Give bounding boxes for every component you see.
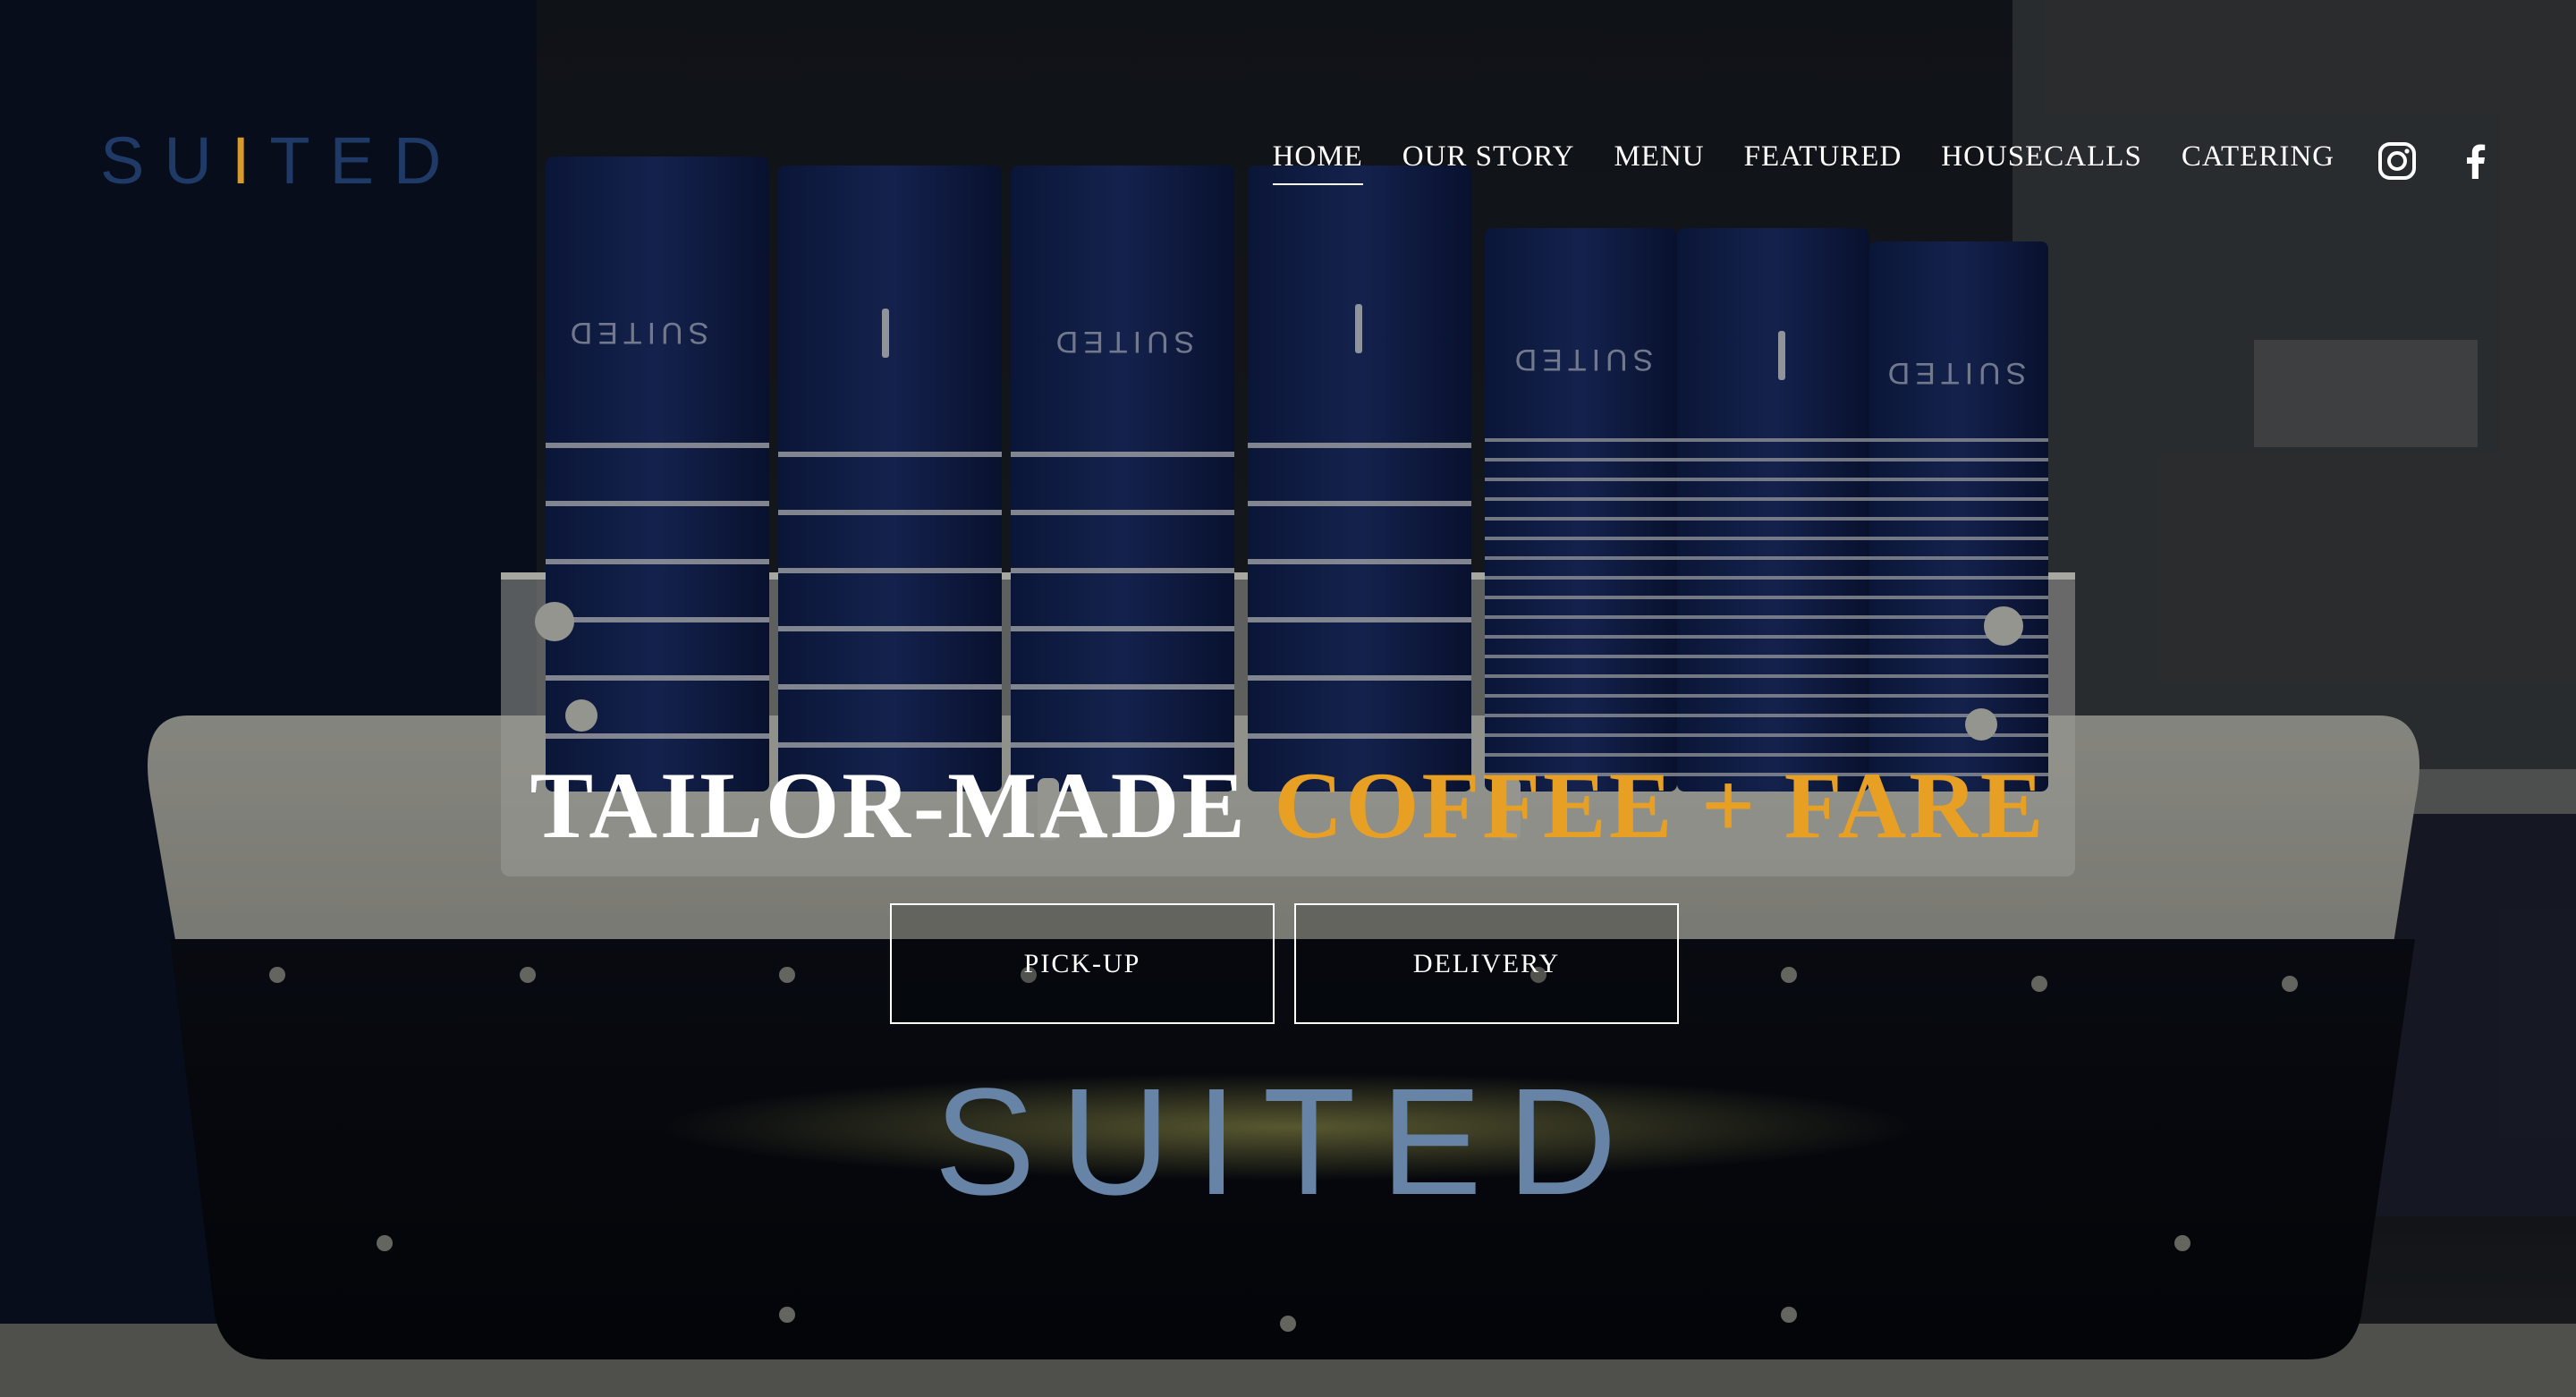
site-logo[interactable]: SU I TED — [100, 125, 461, 197]
instagram-icon[interactable] — [2377, 141, 2417, 181]
logo-tie-mark: I — [231, 123, 270, 198]
headline-gold-text: COFFEE + FARE — [1274, 753, 2046, 859]
pick-up-button[interactable]: PICK-UP — [890, 903, 1275, 1024]
logo-text-left: SU — [100, 123, 232, 198]
cta-buttons: PICK-UP DELIVERY — [890, 903, 1679, 1024]
hero-headline: TAILOR-MADE COFFEE + FARE — [0, 752, 2576, 859]
nav-item-home[interactable]: HOME — [1272, 139, 1363, 185]
nav-item-menu[interactable]: MENU — [1614, 139, 1704, 185]
nav-item-our-story[interactable]: OUR STORY — [1402, 139, 1575, 185]
headline-white-text: TAILOR-MADE — [530, 753, 1248, 859]
delivery-button[interactable]: DELIVERY — [1294, 903, 1679, 1024]
logo-text-right: TED — [269, 123, 462, 198]
nav-item-housecalls[interactable]: HOUSECALLS — [1941, 139, 2142, 185]
hero-section: SUITED SUITED SUITED SUITED SUITED — [0, 0, 2576, 1397]
nav-item-catering[interactable]: CATERING — [2182, 139, 2334, 185]
social-links — [2377, 141, 2496, 181]
hero-overlay — [0, 0, 2576, 1397]
facebook-icon[interactable] — [2456, 141, 2496, 181]
main-nav: HOME OUR STORY MENU FEATURED HOUSECALLS … — [1272, 139, 2334, 185]
nav-item-featured[interactable]: FEATURED — [1744, 139, 1902, 185]
